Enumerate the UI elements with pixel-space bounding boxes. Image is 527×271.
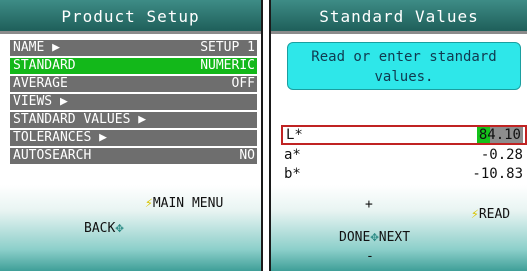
menu-item-value: NO [239, 148, 255, 163]
main-menu-softkey[interactable]: ⚡MAIN MENU [145, 196, 223, 211]
value-row-l[interactable]: L* 84.10 [281, 125, 527, 145]
menu-item-label: NAME ▶ [13, 40, 60, 55]
standard-values-list: L* 84.10 a* -0.28 b* -10.83 [281, 125, 527, 184]
increment-label: + [365, 197, 373, 212]
product-setup-screen: Product Setup NAME ▶ SETUP 1 STANDARD NU… [0, 0, 263, 271]
menu-item-value: NUMERIC [200, 58, 255, 73]
menu-item-label: VIEWS ▶ [13, 94, 68, 109]
menu-item-label: STANDARD [13, 58, 76, 73]
value-label: L* [286, 127, 303, 143]
menu-item-label: TOLERANCES ▶ [13, 130, 107, 145]
read-label: READ [478, 207, 511, 222]
menu-item-label: AVERAGE [13, 76, 68, 91]
value-number: 84.10 [476, 127, 523, 143]
setup-menu: NAME ▶ SETUP 1 STANDARD NUMERIC AVERAGE … [10, 40, 257, 166]
softkey-bar: + ⚡READ DONE✥NEXT - [271, 185, 527, 271]
decrement-label: - [366, 249, 374, 264]
menu-item-value: SETUP 1 [200, 40, 255, 55]
next-label: NEXT [378, 230, 411, 245]
menu-item-autosearch[interactable]: AUTOSEARCH NO [10, 148, 257, 164]
menu-item-standard[interactable]: STANDARD NUMERIC [10, 58, 257, 74]
value-label: b* [284, 166, 301, 182]
back-label: BACK [84, 221, 116, 236]
value-number: -10.83 [472, 166, 523, 182]
read-softkey[interactable]: ⚡READ [471, 207, 510, 222]
menu-item-tolerances[interactable]: TOLERANCES ▶ [10, 130, 257, 146]
menu-item-label: AUTOSEARCH [13, 148, 92, 163]
instruction-box: Read or enter standard values. [287, 42, 521, 90]
done-next-softkey[interactable]: DONE✥NEXT [339, 229, 410, 245]
four-way-arrow-icon: ✥ [370, 229, 379, 245]
menu-item-name[interactable]: NAME ▶ SETUP 1 [10, 40, 257, 56]
menu-item-standard-values[interactable]: STANDARD VALUES ▶ [10, 112, 257, 128]
value-row-a[interactable]: a* -0.28 [281, 146, 527, 164]
main-menu-label: MAIN MENU [152, 196, 224, 211]
menu-item-average[interactable]: AVERAGE OFF [10, 76, 257, 92]
menu-item-value: OFF [231, 76, 255, 91]
softkey-bar: ⚡MAIN MENU BACK✥ [0, 185, 261, 271]
lightning-bolt-icon: ⚡ [145, 196, 153, 211]
screen-title: Product Setup [0, 0, 261, 34]
lightning-bolt-icon: ⚡ [471, 207, 479, 222]
menu-item-views[interactable]: VIEWS ▶ [10, 94, 257, 110]
value-row-b[interactable]: b* -10.83 [281, 165, 527, 183]
back-softkey[interactable]: BACK✥ [84, 220, 124, 236]
value-number: -0.28 [480, 147, 523, 163]
done-label: DONE [339, 230, 371, 245]
four-way-arrow-icon: ✥ [115, 220, 124, 236]
value-label: a* [284, 147, 301, 163]
menu-item-label: STANDARD VALUES ▶ [13, 112, 147, 127]
screen-title: Standard Values [271, 0, 527, 34]
standard-values-screen: Standard Values Read or enter standard v… [269, 0, 527, 271]
